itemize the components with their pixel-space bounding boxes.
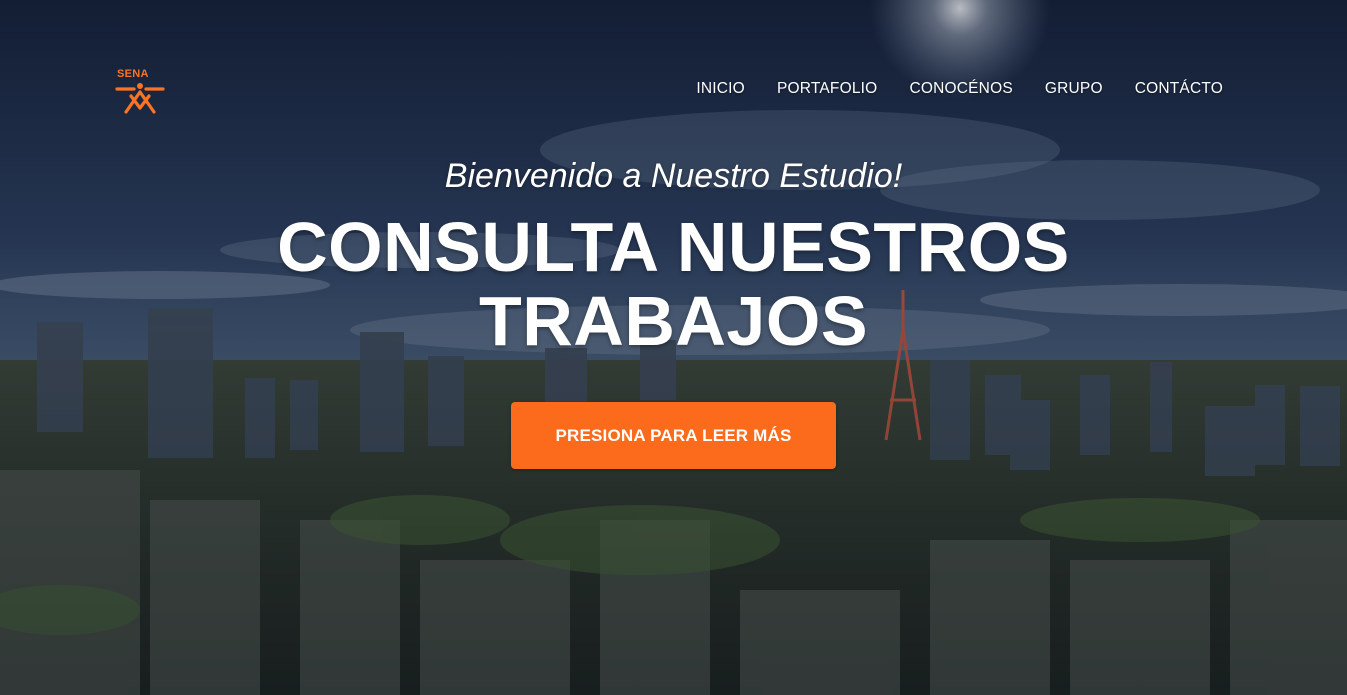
masthead-subheading: Bienvenido a Nuestro Estudio! [444,157,903,195]
navbar: SENA INICIO PORTAFOLIO CONOCÉNOS GRUPO C… [0,0,1347,176]
nav-item-inicio[interactable]: INICIO [696,80,745,98]
masthead: Bienvenido a Nuestro Estudio! CONSULTA N… [0,152,1347,358]
masthead-heading: CONSULTA NUESTROS TRABAJOS [277,208,1070,360]
sena-logo[interactable]: SENA [114,68,166,116]
nav-item-conocenos[interactable]: CONOCÉNOS [909,80,1012,98]
nav-item-grupo[interactable]: GRUPO [1045,80,1103,98]
hero-section: SENA INICIO PORTAFOLIO CONOCÉNOS GRUPO C… [0,0,1347,695]
nav-item-contacto[interactable]: CONTÁCTO [1135,80,1223,98]
read-more-button[interactable]: PRESIONA PARA LEER MÁS [511,402,836,469]
main-nav: INICIO PORTAFOLIO CONOCÉNOS GRUPO CONTÁC… [696,80,1223,98]
nav-item-portafolio[interactable]: PORTAFOLIO [777,80,877,98]
sena-logo-icon [115,83,165,114]
